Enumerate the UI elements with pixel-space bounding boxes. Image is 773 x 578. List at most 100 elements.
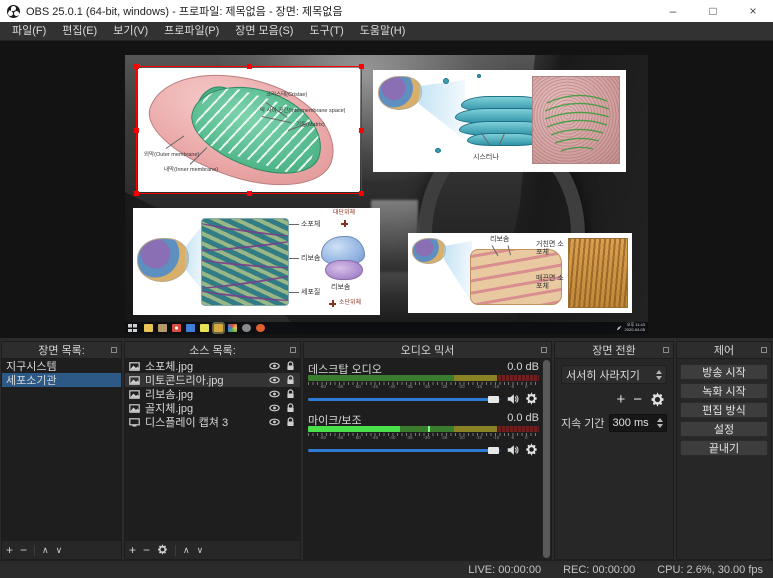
mixer-scrollbar[interactable] [542,359,551,559]
add-source-button[interactable]: + [129,544,136,556]
volume-slider[interactable] [308,443,501,457]
visibility-eye-icon[interactable] [269,417,280,427]
mixer-channels: 데스크탑 오디오 0.0 dB -60 -55 -50 -45 -40 -35 -30 -25… [304,359,551,559]
transitions-dock-header[interactable]: 장면 전환 [555,342,673,359]
app-icon [157,324,167,332]
titlebar: OBS 25.0.1 (64-bit, windows) - 프로파일: 제목없… [0,0,773,22]
menu-item[interactable]: 프로파일(P) [156,22,227,41]
channel-settings-gear-icon[interactable] [525,443,539,457]
lock-icon[interactable] [285,375,296,385]
lock-icon[interactable] [285,361,296,371]
menu-item[interactable]: 보기(V) [105,22,156,41]
transition-select[interactable]: 서서히 사라지기 [561,365,667,384]
menu-item[interactable]: 편집(E) [54,22,105,41]
scenes-toolbar: + − ∧ ∨ [2,540,121,559]
close-button[interactable]: × [733,0,773,22]
transitions-dock: 장면 전환 서서히 사라지기 + − 지속 기간 300 ms [554,341,674,560]
mitochondria-image[interactable]: 크리스테(Cristae) 막 사이 공간(Intermembrane spac… [134,55,364,205]
control-button[interactable]: 끝내기 [680,440,768,456]
selection-handle[interactable] [359,64,364,69]
dock-float-icon [663,347,669,353]
er-cytoplasm-image[interactable]: 소포체 리보솜 세포질 대단위체 리보솜 소단위체 [133,208,380,315]
remove-scene-button[interactable]: − [20,544,27,556]
scene-row[interactable]: 지구시스템 [2,359,121,373]
scene-down-button[interactable]: ∨ [56,545,63,555]
source-up-button[interactable]: ∧ [183,545,190,555]
golgi-image[interactable]: 시스터나 [373,70,626,172]
label-ribosome: 리보솜 [301,255,321,262]
label-cytoplasm: 세포질 [301,289,321,296]
menu-item[interactable]: 장면 모음(S) [227,22,301,41]
selection-handle[interactable] [134,128,139,133]
selection-handle[interactable] [359,128,364,133]
lock-icon[interactable] [285,389,296,399]
source-row[interactable]: 디스플레이 캡쳐 3 [125,415,300,429]
selection-handle[interactable] [359,191,364,196]
dock-float-icon [111,347,117,353]
controls-dock-header[interactable]: 제어 [677,342,771,359]
maximize-button[interactable]: □ [693,0,733,22]
control-button[interactable]: 편집 방식 [680,402,768,418]
sources-dock-header[interactable]: 소스 목록: [125,342,300,359]
selection-handle[interactable] [134,191,139,196]
scene-row[interactable]: 세포소기관 [2,373,121,387]
visibility-eye-icon[interactable] [269,403,280,413]
label-rough-er: 거친면 소포체 [536,241,564,256]
visibility-eye-icon[interactable] [269,361,280,371]
add-scene-button[interactable]: + [6,544,13,556]
source-row[interactable]: 리보솜.jpg [125,387,300,401]
dock-float-icon [761,347,767,353]
scene-up-button[interactable]: ∧ [42,545,49,555]
display-source-icon [129,417,140,427]
cell-inset-illustration [378,76,422,110]
visibility-eye-icon[interactable] [269,389,280,399]
source-down-button[interactable]: ∨ [197,545,204,555]
selection-handle[interactable] [134,64,139,69]
controls-dock-title: 제어 [713,345,735,357]
mixer-dock-title: 오디오 믹서 [400,345,455,357]
spinbox-arrows-icon[interactable] [657,418,663,428]
add-transition-button[interactable]: + [616,391,625,408]
speaker-icon[interactable] [506,443,520,457]
remove-source-button[interactable]: − [143,544,150,556]
volume-slider[interactable] [308,392,501,406]
selection-handle[interactable] [247,191,252,196]
scenes-dock-header[interactable]: 장면 목록: [2,342,121,359]
duration-spinbox[interactable]: 300 ms [608,414,667,432]
menu-item[interactable]: 도움말(H) [352,22,414,41]
preview-area[interactable]: 크리스테(Cristae) 막 사이 공간(Intermembrane spac… [0,41,773,338]
label-cristae: 크리스테(Cristae) [266,92,308,98]
volume-meter [308,426,539,432]
source-row[interactable]: 미토콘드리아.jpg [125,373,300,387]
remove-transition-button[interactable]: − [633,391,642,408]
control-button[interactable]: 설정 [680,421,768,437]
mixer-dock-header[interactable]: 오디오 믹서 [304,342,551,359]
app-icon [255,324,265,332]
ribosome-small-subunit [325,260,363,280]
control-button[interactable]: 녹화 시작 [680,383,768,399]
pen-tray-icon [616,325,622,331]
duration-label: 지속 기간 [561,418,605,430]
source-properties-gear-icon[interactable] [157,544,168,557]
source-row[interactable]: 골지체.jpg [125,401,300,415]
lock-icon[interactable] [285,403,296,413]
speaker-icon[interactable] [506,392,520,406]
meter-scale-numbers: -60 -55 -50 -45 -40 -35 -30 -25 -20 -15 -10 -5 0 [319,435,528,441]
image-source-icon [129,361,140,371]
transition-properties-gear-icon[interactable] [650,392,665,407]
er-image[interactable]: 리보솜 거친면 소포체 매끈면 소포체 [408,233,632,313]
cytoplasm-micrograph [201,218,289,306]
selection-handle[interactable] [247,64,252,69]
menu-item[interactable]: 파일(F) [4,22,54,41]
minimize-button[interactable]: – [653,0,693,22]
app-icon [185,324,195,332]
source-list: 소포체.jpg 미토콘드리아.jpg 리보솜.jpg 골지체.jpg 디스플레이… [125,359,300,540]
channel-settings-gear-icon[interactable] [525,392,539,406]
lock-icon[interactable] [285,417,296,427]
control-button[interactable]: 방송 시작 [680,364,768,380]
source-row[interactable]: 소포체.jpg [125,359,300,373]
visibility-eye-icon[interactable] [269,375,280,385]
menu-item[interactable]: 도구(T) [301,22,351,41]
channel-db-value: 0.0 dB [507,361,539,373]
zoom-cone [444,241,472,303]
